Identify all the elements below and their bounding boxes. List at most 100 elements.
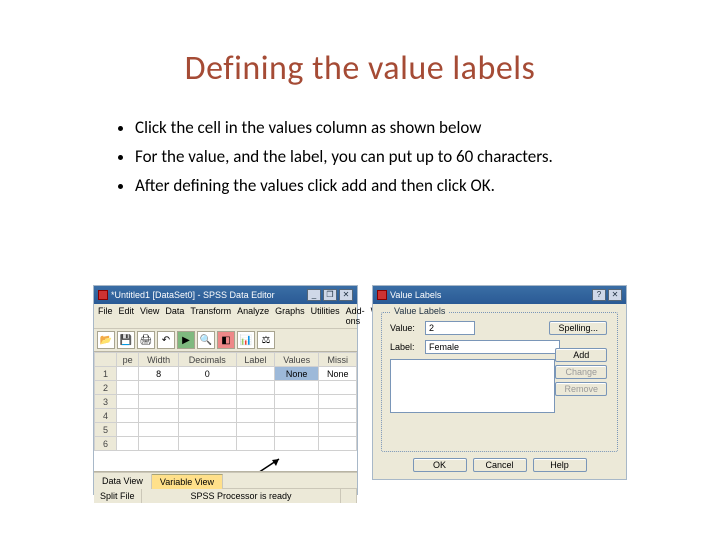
grid-cell[interactable] — [236, 367, 274, 381]
grid-cell[interactable] — [139, 395, 178, 409]
grid-cell[interactable]: 8 — [139, 367, 178, 381]
grid-cell[interactable] — [236, 437, 274, 451]
value-labels-dialog: Value Labels ? ✕ Value Labels Spelling..… — [372, 285, 627, 480]
grid-cell[interactable] — [274, 381, 319, 395]
label-field-label: Label: — [390, 342, 420, 352]
grid-cell[interactable] — [139, 437, 178, 451]
print-icon[interactable]: 🖨 — [137, 331, 155, 349]
menu-utilities[interactable]: Utilities — [311, 306, 340, 326]
grid-cell[interactable] — [274, 395, 319, 409]
spss-titlebar: *Untitled1 [DataSet0] - SPSS Data Editor… — [94, 286, 357, 304]
menu-transform[interactable]: Transform — [190, 306, 231, 326]
menu-view[interactable]: View — [140, 306, 159, 326]
grid-cell[interactable] — [274, 423, 319, 437]
grid-cell[interactable] — [178, 437, 236, 451]
weight-icon[interactable]: ⚖ — [257, 331, 275, 349]
grid-cell[interactable] — [139, 381, 178, 395]
grid-cell[interactable] — [117, 381, 139, 395]
row-header: 6 — [95, 437, 117, 451]
close-icon[interactable]: ✕ — [339, 289, 353, 301]
row-header: 4 — [95, 409, 117, 423]
grid-cell[interactable] — [236, 423, 274, 437]
grid-cell[interactable] — [274, 437, 319, 451]
variable-grid: pe Width Decimals Label Values Missi 1 80… — [94, 352, 357, 472]
grid-cell[interactable] — [319, 381, 357, 395]
grid-cell[interactable] — [178, 381, 236, 395]
grid-cell[interactable] — [319, 409, 357, 423]
spss-data-editor-window: *Untitled1 [DataSet0] - SPSS Data Editor… — [93, 285, 358, 495]
col-decimals[interactable]: Decimals — [178, 353, 236, 367]
grid-cell[interactable] — [117, 423, 139, 437]
dialog-help-icon[interactable]: ? — [592, 289, 606, 301]
menu-file[interactable]: File — [98, 306, 113, 326]
grid-cell[interactable] — [178, 395, 236, 409]
row-header: 1 — [95, 367, 117, 381]
grid-cell[interactable] — [236, 409, 274, 423]
menu-analyze[interactable]: Analyze — [237, 306, 269, 326]
ok-button[interactable]: OK — [413, 458, 467, 472]
grid-cell[interactable] — [117, 367, 139, 381]
grid-cell[interactable] — [117, 409, 139, 423]
label-input[interactable] — [425, 340, 560, 354]
grid-cell[interactable] — [178, 423, 236, 437]
grid-cell[interactable] — [274, 409, 319, 423]
undo-icon[interactable]: ↶ — [157, 331, 175, 349]
dialog-title: Value Labels — [390, 290, 441, 300]
spss-window-title: *Untitled1 [DataSet0] - SPSS Data Editor — [111, 290, 275, 300]
menu-addons[interactable]: Add-ons — [346, 306, 365, 326]
toolbar: 📂 💾 🖨 ↶ ▶ 🔍 ◧ 📊 ⚖ — [94, 329, 357, 352]
row-header: 3 — [95, 395, 117, 409]
tab-data-view[interactable]: Data View — [94, 474, 152, 489]
grid-cell[interactable] — [236, 395, 274, 409]
maximize-icon[interactable]: ❐ — [323, 289, 337, 301]
grid-cell[interactable] — [139, 409, 178, 423]
run-icon[interactable]: ▶ — [177, 331, 195, 349]
labels-listbox[interactable] — [390, 359, 555, 413]
col-label[interactable]: Label — [236, 353, 274, 367]
find-icon[interactable]: 🔍 — [197, 331, 215, 349]
callout-arrow-icon — [224, 457, 284, 472]
grid-cell[interactable]: None — [319, 367, 357, 381]
grid-cell[interactable] — [319, 423, 357, 437]
vars-icon[interactable]: ◧ — [217, 331, 235, 349]
menubar: File Edit View Data Transform Analyze Gr… — [94, 304, 357, 329]
slide-title: Defining the value labels — [0, 0, 720, 89]
grid-cell[interactable]: None — [274, 367, 319, 381]
grid-cell[interactable] — [117, 395, 139, 409]
grid-cell[interactable] — [117, 437, 139, 451]
menu-edit[interactable]: Edit — [119, 306, 135, 326]
status-right — [341, 489, 357, 503]
grid-cell[interactable] — [139, 423, 178, 437]
value-labels-group: Value Labels Spelling... Value: Label: A… — [381, 312, 618, 452]
value-input[interactable] — [425, 321, 475, 335]
col-type[interactable]: pe — [117, 353, 139, 367]
dialog-app-icon — [377, 290, 387, 300]
bullet-3: After defining the values click add and … — [135, 175, 625, 198]
save-icon[interactable]: 💾 — [117, 331, 135, 349]
col-width[interactable]: Width — [139, 353, 178, 367]
remove-button[interactable]: Remove — [555, 382, 607, 396]
grid-cell[interactable]: 0 — [178, 367, 236, 381]
chart-icon[interactable]: 📊 — [237, 331, 255, 349]
minimize-icon[interactable]: _ — [307, 289, 321, 301]
spss-app-icon — [98, 290, 108, 300]
col-values[interactable]: Values — [274, 353, 319, 367]
cancel-button[interactable]: Cancel — [473, 458, 527, 472]
menu-graphs[interactable]: Graphs — [275, 306, 305, 326]
col-missing[interactable]: Missi — [319, 353, 357, 367]
grid-cell[interactable] — [178, 409, 236, 423]
add-button[interactable]: Add — [555, 348, 607, 362]
change-button[interactable]: Change — [555, 365, 607, 379]
tab-variable-view[interactable]: Variable View — [152, 474, 223, 489]
grid-cell[interactable] — [319, 437, 357, 451]
bullet-2: For the value, and the label, you can pu… — [135, 146, 625, 169]
status-split-file: Split File — [94, 489, 142, 503]
row-header: 2 — [95, 381, 117, 395]
help-button[interactable]: Help — [533, 458, 587, 472]
open-icon[interactable]: 📂 — [97, 331, 115, 349]
spelling-button[interactable]: Spelling... — [549, 321, 607, 335]
grid-cell[interactable] — [319, 395, 357, 409]
dialog-close-icon[interactable]: ✕ — [608, 289, 622, 301]
grid-cell[interactable] — [236, 381, 274, 395]
menu-data[interactable]: Data — [165, 306, 184, 326]
